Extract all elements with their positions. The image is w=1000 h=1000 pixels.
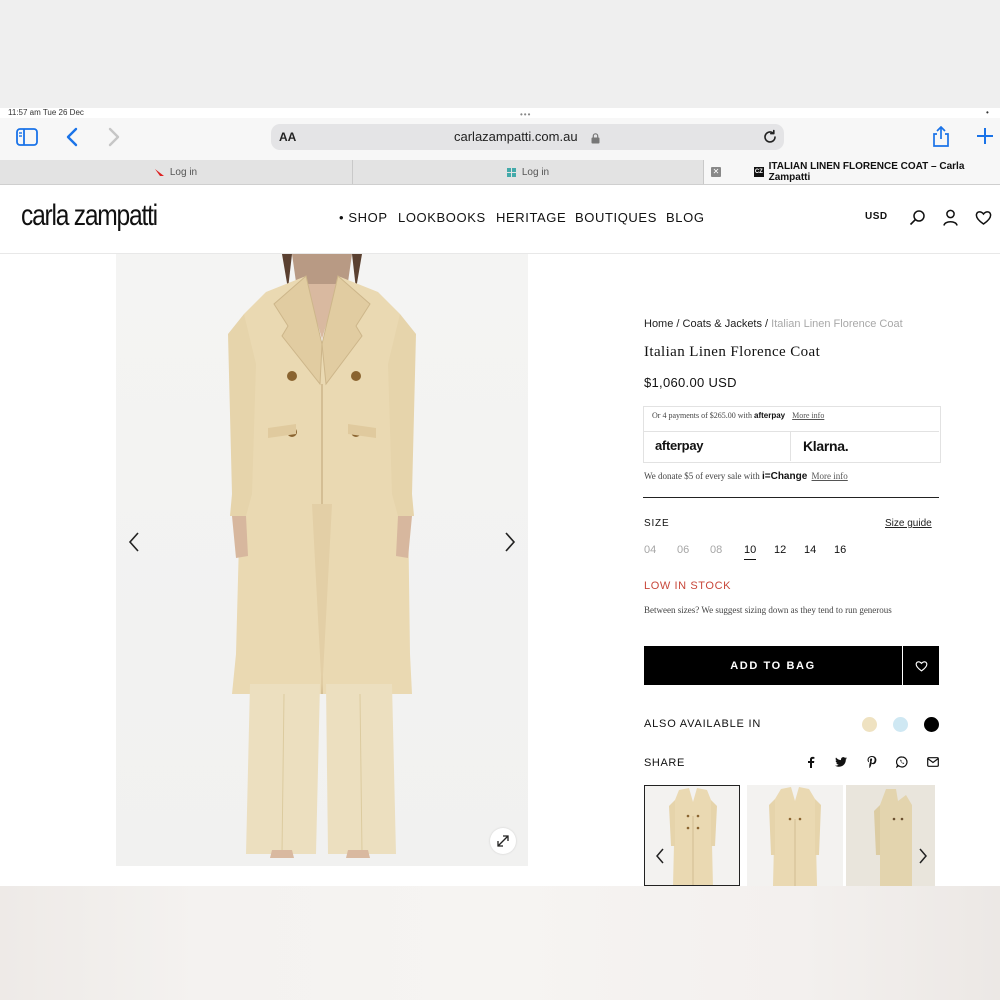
afterpay-more-info-link[interactable]: More info bbox=[792, 411, 824, 420]
product-title: Italian Linen Florence Coat bbox=[644, 344, 821, 360]
product-main-image[interactable] bbox=[116, 254, 528, 866]
stock-status: LOW IN STOCK bbox=[644, 580, 732, 592]
facebook-icon[interactable] bbox=[805, 756, 817, 768]
donation-more-info-link[interactable]: More info bbox=[812, 471, 848, 481]
tab-label: Log in bbox=[169, 166, 198, 178]
ichange-logo: i=Change bbox=[761, 471, 808, 482]
donation-copy: We donate $5 of every sale with bbox=[644, 471, 760, 481]
tab-label: Log in bbox=[521, 166, 550, 178]
tab-log-in-2[interactable]: Log in bbox=[353, 160, 704, 184]
thumbnail-coat-closeup bbox=[769, 787, 821, 886]
size-option-04[interactable]: 04 bbox=[644, 544, 656, 556]
size-option-10[interactable]: 10 bbox=[744, 544, 757, 560]
forward-arrow-icon[interactable] bbox=[104, 126, 124, 148]
url-text[interactable]: carlazampatti.com.au bbox=[454, 129, 578, 144]
afterpay-option[interactable]: afterpay bbox=[655, 438, 703, 453]
whatsapp-icon[interactable] bbox=[896, 756, 908, 768]
new-tab-plus-icon[interactable] bbox=[974, 124, 996, 148]
brand-logo[interactable]: carla zampatti bbox=[21, 199, 158, 233]
status-bar bbox=[0, 108, 1000, 118]
sizing-note: Between sizes? We suggest sizing down as… bbox=[644, 605, 892, 615]
thumbnail-coat-front bbox=[669, 788, 717, 885]
size-guide-link[interactable]: Size guide bbox=[885, 518, 932, 529]
status-indicator: • bbox=[986, 108, 989, 117]
airline-favicon-icon bbox=[154, 168, 164, 177]
product-thumbnail[interactable] bbox=[846, 785, 935, 886]
account-icon[interactable] bbox=[942, 209, 959, 226]
size-option-12[interactable]: 12 bbox=[774, 544, 786, 556]
color-swatch-light-blue[interactable] bbox=[893, 717, 908, 732]
grid-favicon-icon bbox=[506, 167, 516, 177]
device-top-bezel bbox=[0, 0, 1000, 112]
twitter-icon[interactable] bbox=[835, 756, 847, 768]
product-thumbnail[interactable] bbox=[644, 785, 740, 886]
nav-blog[interactable]: BLOG bbox=[666, 210, 705, 225]
thumbnail-prev-arrow-icon[interactable] bbox=[654, 846, 666, 866]
close-tab-icon[interactable]: ✕ bbox=[711, 167, 721, 177]
payment-divider bbox=[790, 431, 791, 461]
share-icon[interactable] bbox=[930, 125, 952, 149]
status-time: 11:57 am Tue 26 Dec bbox=[8, 108, 84, 117]
breadcrumb-current: Italian Linen Florence Coat bbox=[771, 318, 903, 330]
size-label: SIZE bbox=[644, 518, 670, 529]
tab-label: ITALIAN LINEN FLORENCE COAT – Carla Zamp… bbox=[768, 161, 965, 183]
add-to-bag-button[interactable]: ADD TO BAG bbox=[644, 646, 902, 685]
sidebar-toggle-icon[interactable] bbox=[16, 128, 38, 146]
tab-active-product[interactable]: CZ ITALIAN LINEN FLORENCE COAT – Carla Z… bbox=[704, 160, 1000, 184]
size-option-08[interactable]: 08 bbox=[710, 544, 722, 556]
text-size-button[interactable]: AA bbox=[279, 130, 296, 144]
lock-icon bbox=[591, 131, 600, 144]
payment-divider bbox=[643, 431, 939, 432]
product-thumbnail[interactable] bbox=[747, 785, 843, 886]
thumbnail-next-arrow-icon[interactable] bbox=[917, 846, 929, 866]
nav-boutiques[interactable]: BOUTIQUES bbox=[575, 210, 657, 225]
also-available-label: ALSO AVAILABLE IN bbox=[644, 718, 762, 730]
klarna-option[interactable]: Klarna. bbox=[803, 438, 849, 454]
search-icon[interactable] bbox=[909, 209, 926, 226]
thumbnail-coat-angle bbox=[846, 785, 935, 886]
brand-favicon-icon: CZ bbox=[754, 167, 764, 177]
wishlist-heart-icon[interactable] bbox=[975, 209, 992, 226]
share-label: SHARE bbox=[644, 757, 685, 769]
image-next-arrow-icon[interactable] bbox=[502, 530, 518, 554]
afterpay-inline-logo: afterpay bbox=[754, 411, 786, 420]
product-price: $1,060.00 USD bbox=[644, 375, 737, 390]
add-to-wishlist-button[interactable] bbox=[903, 646, 939, 685]
size-option-06[interactable]: 06 bbox=[677, 544, 689, 556]
email-icon[interactable] bbox=[927, 756, 939, 768]
size-option-14[interactable]: 14 bbox=[804, 544, 816, 556]
tab-log-in-1[interactable]: Log in bbox=[0, 160, 353, 184]
installments-text: Or 4 payments of $265.00 with afterpay M… bbox=[652, 411, 824, 420]
breadcrumb-separator: / bbox=[762, 318, 772, 330]
image-prev-arrow-icon[interactable] bbox=[126, 530, 142, 554]
color-swatch-cream[interactable] bbox=[862, 717, 877, 732]
breadcrumb: Home / Coats & Jackets / Italian Linen F… bbox=[644, 318, 903, 330]
model-in-coat-illustration bbox=[228, 254, 416, 858]
nav-shop[interactable]: • SHOP bbox=[339, 210, 388, 225]
size-option-16[interactable]: 16 bbox=[834, 544, 846, 556]
back-arrow-icon[interactable] bbox=[62, 126, 82, 148]
breadcrumb-separator: / bbox=[673, 318, 683, 330]
pinterest-icon[interactable] bbox=[866, 756, 878, 768]
color-swatch-black[interactable] bbox=[924, 717, 939, 732]
reload-icon[interactable] bbox=[762, 129, 778, 145]
installments-copy: Or 4 payments of $265.00 with bbox=[652, 411, 752, 420]
expand-image-icon[interactable] bbox=[490, 828, 516, 854]
nav-lookbooks[interactable]: LOOKBOOKS bbox=[398, 210, 486, 225]
currency-selector[interactable]: USD bbox=[865, 211, 888, 222]
breadcrumb-category[interactable]: Coats & Jackets bbox=[683, 318, 762, 330]
heart-icon bbox=[915, 660, 927, 672]
section-divider bbox=[643, 497, 939, 498]
breadcrumb-home[interactable]: Home bbox=[644, 318, 673, 330]
nav-heritage[interactable]: HERITAGE bbox=[496, 210, 566, 225]
donation-text: We donate $5 of every sale with i=Change… bbox=[644, 471, 848, 482]
device-bottom-bezel bbox=[0, 886, 1000, 1000]
